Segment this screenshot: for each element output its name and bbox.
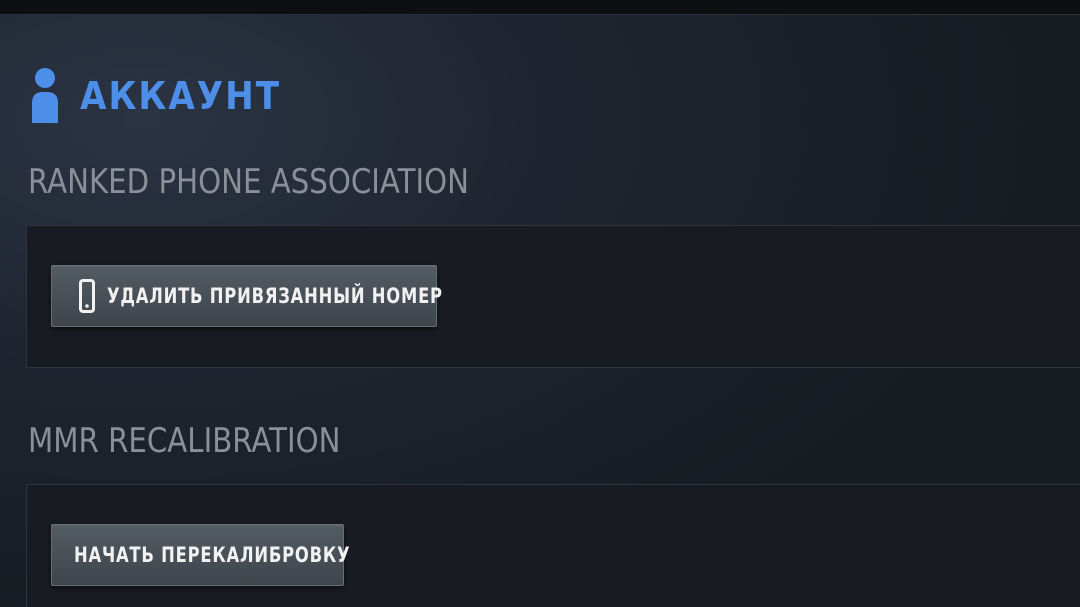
user-icon: [32, 68, 58, 123]
top-bar: [0, 0, 1080, 15]
ranked-phone-panel: УДАЛИТЬ ПРИВЯЗАННЫЙ НОМЕР: [26, 225, 1080, 368]
remove-linked-number-button[interactable]: УДАЛИТЬ ПРИВЯЗАННЫЙ НОМЕР: [51, 265, 442, 327]
settings-page: АККАУНТ RANKED PHONE ASSOCIATION УДАЛИТЬ…: [0, 0, 1080, 607]
section-title-mmr-recalibration: MMR RECALIBRATION: [28, 421, 341, 461]
remove-linked-number-label: УДАЛИТЬ ПРИВЯЗАННЫЙ НОМЕР: [107, 284, 443, 308]
start-recalibration-button[interactable]: НАЧАТЬ ПЕРЕКАЛИБРОВКУ: [51, 524, 350, 586]
section-title-ranked-phone: RANKED PHONE ASSOCIATION: [28, 162, 470, 202]
page-title: АККАУНТ: [80, 74, 282, 118]
account-header: АККАУНТ: [30, 66, 281, 126]
start-recalibration-label: НАЧАТЬ ПЕРЕКАЛИБРОВКУ: [74, 543, 351, 567]
phone-icon: [79, 279, 95, 313]
mmr-recalibration-panel: НАЧАТЬ ПЕРЕКАЛИБРОВКУ: [26, 484, 1080, 607]
